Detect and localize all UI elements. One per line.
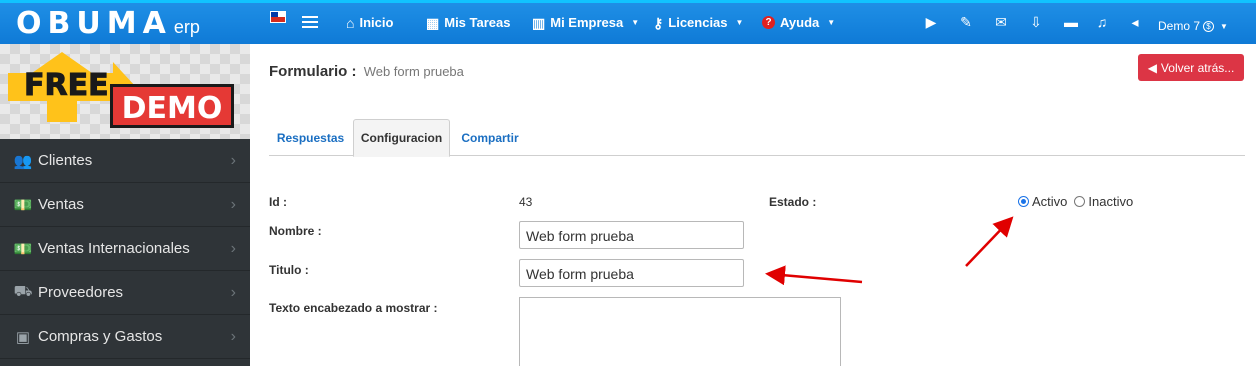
money-icon: 💵: [13, 240, 33, 258]
promo-free-text: FREE: [24, 68, 110, 104]
building-icon: ▥: [532, 14, 546, 31]
page-title-label: Formulario :: [269, 63, 357, 80]
bullhorn-icon[interactable]: ◂: [1126, 14, 1144, 31]
nav-licencias[interactable]: ⚷ Licencias ▼: [653, 15, 743, 30]
header-text-label: Texto encabezado a mostrar :: [269, 301, 438, 315]
download-icon[interactable]: ⇩: [1027, 14, 1045, 31]
bell-icon[interactable]: ♫: [1093, 14, 1111, 30]
titulo-label: Titulo :: [269, 263, 309, 277]
chile-flag-icon[interactable]: [270, 11, 286, 23]
free-demo-banner[interactable]: FREE DEMO: [0, 44, 250, 139]
users-icon: 👥: [13, 152, 33, 170]
arrow-left-icon: ◀: [1147, 60, 1157, 75]
user-status-icon: $: [1203, 20, 1215, 32]
promo-demo-text: DEMO: [110, 84, 234, 128]
chevron-right-icon: ›: [230, 283, 236, 301]
nav-label: Mis Tareas: [444, 15, 511, 30]
sidebar-item-proveedores[interactable]: ⛟ Proveedores ›: [0, 271, 250, 315]
nombre-field[interactable]: Web form prueba: [519, 221, 744, 249]
calendar-icon: ▦: [426, 14, 440, 31]
key-icon: ⚷: [653, 14, 664, 31]
caret-down-icon: ▼: [1220, 21, 1228, 31]
id-value: 43: [519, 195, 533, 209]
cash-icon: ▣: [15, 328, 31, 346]
folder-icon[interactable]: ▬: [1062, 14, 1080, 30]
sidebar-item-label: Clientes: [38, 152, 93, 169]
sidebar-item-label: Ventas Internacionales: [38, 240, 190, 257]
home-icon: ⌂: [346, 14, 355, 31]
sidebar-item-label: Compras y Gastos: [38, 328, 163, 345]
caret-down-icon: ▼: [827, 18, 836, 27]
estado-label: Estado :: [769, 195, 817, 209]
user-label: Demo 7: [1158, 19, 1201, 33]
caret-down-icon: ▼: [631, 18, 640, 27]
arrow-to-titulo: [765, 265, 863, 286]
nav-label: Inicio: [359, 15, 394, 30]
estado-inactivo-label[interactable]: Inactivo: [1088, 194, 1133, 209]
nav-inicio[interactable]: ⌂ Inicio: [346, 15, 393, 30]
id-label: Id :: [269, 195, 287, 209]
money-icon: 💵: [13, 196, 33, 214]
sidebar-item-label: Ventas: [38, 196, 84, 213]
estado-activo-radio[interactable]: [1018, 196, 1029, 207]
nombre-label: Nombre :: [269, 224, 322, 238]
pencil-icon[interactable]: ✎: [957, 14, 975, 31]
titulo-field[interactable]: Web form prueba: [519, 259, 744, 287]
top-navbar: OBUMA erp ⌂ Inicio ▦ Mis Tareas ▥ Mi Emp…: [0, 0, 1256, 44]
nav-ayuda[interactable]: ? Ayuda ▼: [762, 15, 835, 30]
back-button[interactable]: ◀ Volver atrás...: [1138, 54, 1244, 81]
chevron-right-icon: ›: [230, 195, 236, 213]
chevron-right-icon: ›: [230, 151, 236, 169]
logo-text: OBUMA: [16, 6, 172, 41]
estado-inactivo-radio[interactable]: [1074, 196, 1086, 207]
page-title: Formulario : Web form prueba: [269, 63, 464, 80]
sidebar-item-ventas[interactable]: 💵 Ventas ›: [0, 183, 250, 227]
tab-configuracion[interactable]: Configuracion: [353, 119, 450, 157]
chevron-right-icon: ›: [230, 239, 236, 257]
app-logo[interactable]: OBUMA erp: [16, 7, 200, 41]
mail-icon[interactable]: ✉: [992, 14, 1010, 31]
hamburger-menu-icon[interactable]: [302, 16, 318, 28]
sidebar-item-label: Proveedores: [38, 284, 124, 301]
caret-down-icon: ▼: [735, 18, 744, 27]
nav-label: Ayuda: [780, 15, 820, 30]
sidebar: FREE DEMO 👥 Clientes › 💵 Ventas › 💵 Vent…: [0, 44, 250, 366]
page-subtitle: Web form prueba: [363, 64, 464, 79]
tab-respuestas[interactable]: Respuestas: [269, 119, 352, 156]
header-text-textarea[interactable]: [519, 297, 841, 366]
nav-mi-empresa[interactable]: ▥ Mi Empresa ▼: [532, 15, 639, 30]
sidebar-item-ventas-internacionales[interactable]: 💵 Ventas Internacionales ›: [0, 227, 250, 271]
arrow-to-estado: [965, 216, 1014, 267]
sidebar-item-clientes[interactable]: 👥 Clientes ›: [0, 139, 250, 183]
estado-activo-label[interactable]: Activo: [1032, 194, 1067, 209]
help-icon: ?: [762, 16, 775, 29]
chevron-right-icon: ›: [230, 327, 236, 345]
tab-compartir[interactable]: Compartir: [451, 119, 529, 156]
back-button-label: Volver atrás...: [1160, 60, 1235, 75]
nav-mis-tareas[interactable]: ▦ Mis Tareas: [426, 15, 510, 30]
tab-bar: Respuestas Configuracion Compartir: [269, 119, 1245, 157]
user-menu[interactable]: Demo 7 $ ▼: [1158, 19, 1228, 33]
logo-suffix: erp: [173, 17, 200, 37]
sidebar-item-compras-y-gastos[interactable]: ▣ Compras y Gastos ›: [0, 315, 250, 359]
nav-label: Licencias: [668, 15, 728, 30]
nav-label: Mi Empresa: [550, 15, 624, 30]
youtube-icon[interactable]: ▶: [922, 14, 940, 31]
estado-radio-group: Activo Inactivo: [1018, 194, 1133, 209]
truck-icon: ⛟: [13, 283, 33, 300]
